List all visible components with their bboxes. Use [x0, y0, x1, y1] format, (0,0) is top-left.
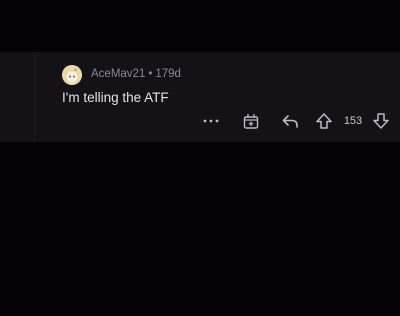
comment-actions: 153 — [0, 110, 400, 132]
comment-text: I'm telling the ATF — [62, 90, 169, 105]
comment-age: 179d — [155, 68, 181, 80]
avatar-snoo-icon — [62, 65, 82, 85]
downvote-arrow-icon — [373, 113, 389, 129]
upvote-button[interactable] — [313, 110, 335, 132]
vote-score: 153 — [343, 115, 363, 127]
more-horizontal-icon — [203, 119, 219, 123]
app-screen: AceMav21 • 179d I'm telling the ATF 153 — [0, 0, 400, 316]
more-options-button[interactable] — [200, 110, 222, 132]
comment-meta: AceMav21 • 179d — [91, 68, 181, 80]
meta-separator: • — [148, 68, 153, 80]
award-gift-icon — [243, 114, 259, 129]
upvote-arrow-icon — [316, 113, 332, 129]
avatar[interactable] — [62, 65, 82, 85]
reply-arrow-icon — [282, 115, 298, 128]
reply-button[interactable] — [279, 110, 301, 132]
award-button[interactable] — [240, 110, 262, 132]
comment-card[interactable]: AceMav21 • 179d I'm telling the ATF 153 — [0, 52, 400, 142]
author-name[interactable]: AceMav21 — [91, 68, 145, 80]
downvote-button[interactable] — [370, 110, 392, 132]
